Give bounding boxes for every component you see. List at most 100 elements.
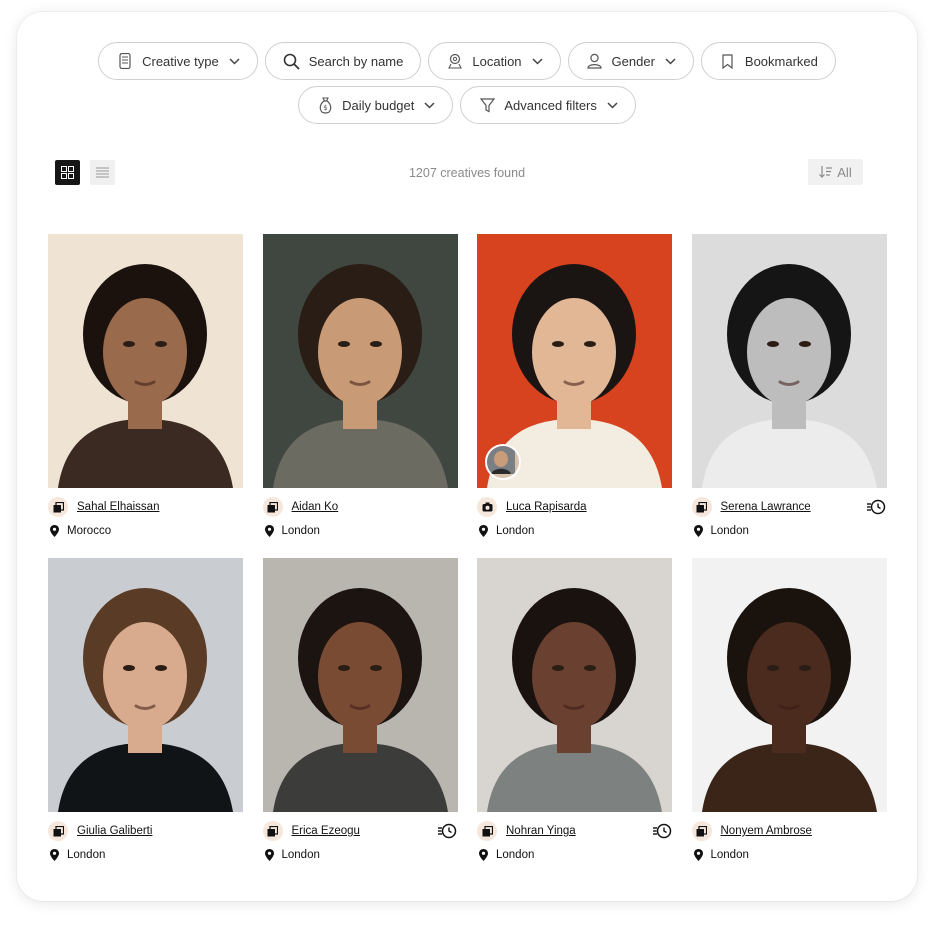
advanced-filters-filter[interactable]: Advanced filters xyxy=(460,86,636,124)
creative-location: London xyxy=(263,847,458,863)
location-pin-icon xyxy=(693,525,703,537)
filter-label: Location xyxy=(472,53,522,69)
creative-photo[interactable] xyxy=(48,558,243,812)
creative-photo[interactable] xyxy=(477,234,672,488)
creative-card[interactable]: Nonyem Ambrose London xyxy=(691,558,887,863)
camera-icon xyxy=(477,497,497,517)
location-label: London xyxy=(496,849,535,861)
creative-name-link[interactable]: Giulia Galiberti xyxy=(77,825,152,837)
location-label: Morocco xyxy=(67,525,112,537)
creative-card[interactable]: Sahal Elhaissan Morocco xyxy=(48,234,243,539)
gallery-icon xyxy=(691,821,712,841)
location-pin-icon xyxy=(479,849,488,861)
creative-photo[interactable] xyxy=(477,558,672,812)
creative-name-row: Serena Lawrance xyxy=(691,497,887,517)
gallery-icon xyxy=(262,821,283,841)
filter-label: Advanced filters xyxy=(504,97,597,113)
creative-name-link[interactable]: Sahal Elhaissan xyxy=(77,501,159,513)
creative-card[interactable]: Aidan Ko London xyxy=(262,234,458,539)
location-label: London xyxy=(281,849,320,861)
creative-type-filter[interactable]: Creative type xyxy=(98,42,258,80)
location-label: London xyxy=(281,525,320,537)
person-icon xyxy=(586,52,604,70)
funnel-icon xyxy=(478,96,496,114)
bookmark-icon xyxy=(719,52,737,70)
location-label: London xyxy=(496,525,535,537)
sort-button[interactable]: All xyxy=(808,159,863,185)
collaborator-avatar[interactable] xyxy=(485,444,521,480)
fast-response-icon xyxy=(438,821,458,841)
money-bag-icon: $ xyxy=(316,96,334,114)
fast-response-icon xyxy=(867,497,887,517)
chevron-down-icon xyxy=(229,57,240,65)
creative-name-link[interactable]: Nonyem Ambrose xyxy=(721,825,812,837)
creative-name-link[interactable]: Nohran Yinga xyxy=(506,825,576,837)
location-pin-icon xyxy=(479,525,488,537)
creative-photo[interactable] xyxy=(262,558,458,812)
creative-name-link[interactable]: Erica Ezeogu xyxy=(292,825,360,837)
filter-row-secondary: $ Daily budget Advanced filters xyxy=(17,86,917,124)
bookmarked-filter[interactable]: Bookmarked xyxy=(700,42,836,80)
creative-name-link[interactable]: Luca Rapisarda xyxy=(506,501,587,513)
gender-filter[interactable]: Gender xyxy=(567,42,694,80)
creative-name-link[interactable]: Aidan Ko xyxy=(292,501,339,513)
creative-name-row: Giulia Galiberti xyxy=(48,821,243,841)
location-label: London xyxy=(710,849,749,861)
location-pin-icon xyxy=(264,849,274,861)
creative-card[interactable]: Erica Ezeogu London xyxy=(262,558,458,863)
creative-photo[interactable] xyxy=(262,234,458,488)
gallery-icon xyxy=(262,497,283,517)
svg-text:$: $ xyxy=(323,104,327,112)
creative-photo[interactable] xyxy=(48,234,243,488)
creative-name-row: Nonyem Ambrose xyxy=(691,821,887,841)
location-label: London xyxy=(710,525,749,537)
chevron-down-icon xyxy=(532,57,543,65)
creative-location: London xyxy=(48,847,243,863)
creatives-panel: Creative type Search by name Location Gende… xyxy=(17,12,917,901)
location-label: London xyxy=(67,849,106,861)
filter-bar: Creative type Search by name Location Gende… xyxy=(17,42,917,130)
creative-location: London xyxy=(477,847,672,863)
creative-name-row: Aidan Ko xyxy=(262,497,458,517)
location-pin-icon xyxy=(264,525,274,537)
creative-card[interactable]: Luca Rapisarda London xyxy=(477,234,672,539)
creative-location: London xyxy=(692,523,887,539)
map-pin-icon xyxy=(446,52,464,70)
creative-location: London xyxy=(692,847,887,863)
creative-photo[interactable] xyxy=(691,234,887,488)
filter-label: Creative type xyxy=(142,53,219,69)
location-filter[interactable]: Location xyxy=(428,42,561,80)
creative-photo[interactable] xyxy=(691,558,887,812)
filter-label: Search by name xyxy=(308,53,404,69)
gallery-icon xyxy=(48,821,68,841)
creative-location: Morocco xyxy=(48,523,243,539)
creative-name-row: Sahal Elhaissan xyxy=(48,497,243,517)
location-pin-icon xyxy=(50,849,59,861)
search-icon xyxy=(283,52,301,70)
sort-icon xyxy=(819,166,833,178)
creative-name-row: Nohran Yinga xyxy=(477,821,672,841)
gallery-icon xyxy=(477,821,497,841)
gallery-icon xyxy=(691,497,712,517)
fast-response-icon xyxy=(652,821,672,841)
mobile-icon xyxy=(116,52,134,70)
filter-label: Gender xyxy=(611,53,655,69)
creative-name-link[interactable]: Serena Lawrance xyxy=(721,501,811,513)
results-toolbar: 1207 creatives found All xyxy=(17,158,917,186)
filter-label: Bookmarked xyxy=(744,53,818,69)
creative-card[interactable]: Serena Lawrance London xyxy=(691,234,887,539)
creative-card[interactable]: Giulia Galiberti London xyxy=(48,558,243,863)
gallery-icon xyxy=(48,497,68,517)
creative-name-row: Erica Ezeogu xyxy=(262,821,458,841)
search-by-name-filter[interactable]: Search by name xyxy=(264,42,422,80)
chevron-down-icon xyxy=(665,57,676,65)
creative-name-row: Luca Rapisarda xyxy=(477,497,672,517)
filter-row-primary: Creative type Search by name Location Gende… xyxy=(17,42,917,80)
results-count: 1207 creatives found xyxy=(408,166,526,180)
sort-label: All xyxy=(837,164,852,180)
location-pin-icon xyxy=(693,849,703,861)
daily-budget-filter[interactable]: $ Daily budget xyxy=(298,86,454,124)
creative-card[interactable]: Nohran Yinga London xyxy=(477,558,672,863)
creative-location: London xyxy=(477,523,672,539)
location-pin-icon xyxy=(50,525,59,537)
